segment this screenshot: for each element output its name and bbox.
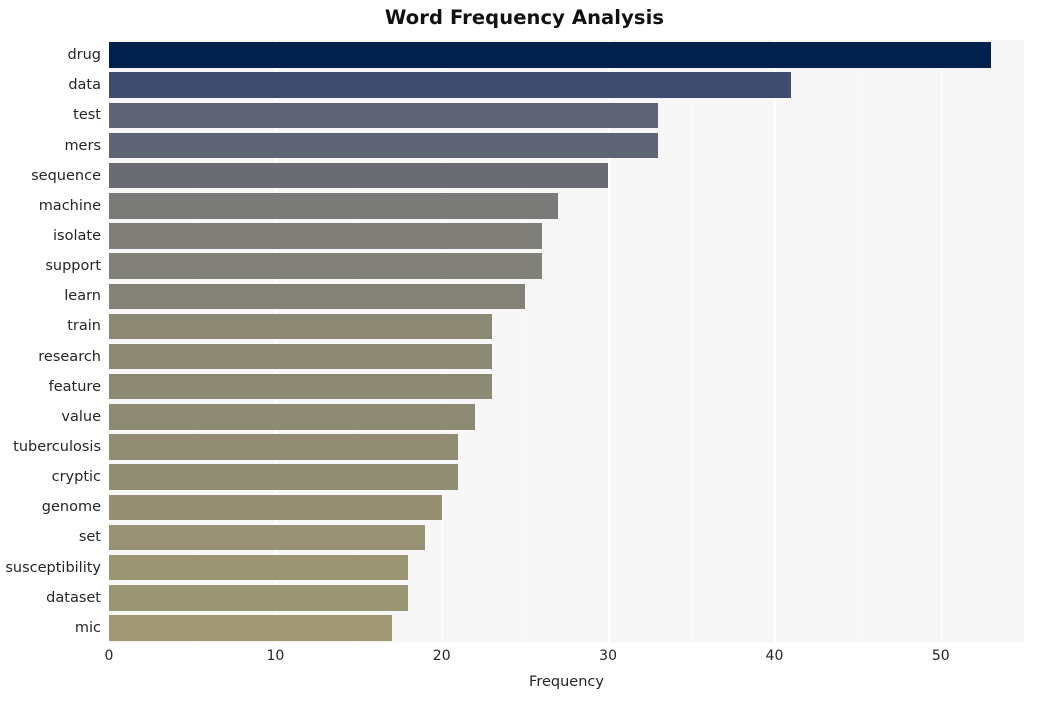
bar[interactable] [109,464,459,490]
bar[interactable] [109,404,475,430]
bar-row[interactable] [109,72,1024,98]
y-tick-label: drug [67,47,101,64]
y-tick-label: genome [41,499,101,516]
bars-layer [109,40,1024,643]
y-tick-label: sequence [31,167,101,184]
y-tick-label: feature [48,378,101,395]
bar-row[interactable] [109,434,1024,460]
y-tick-label: data [68,77,101,94]
x-tick-label: 30 [599,648,617,664]
bar-row[interactable] [109,193,1024,219]
chart-figure: Word Frequency Analysis drug data test mers… [0,0,1049,701]
bar[interactable] [109,494,442,521]
bar[interactable] [109,615,392,641]
x-axis-tick-labels: 0 10 20 30 40 50 [0,648,1049,670]
bar[interactable] [109,434,459,460]
bar-row[interactable] [109,132,1024,159]
chart-title: Word Frequency Analysis [384,6,665,29]
x-tick-label: 50 [931,648,950,664]
x-tick-label: 0 [104,648,114,664]
bar[interactable] [109,223,542,249]
y-tick-label: susceptibility [5,559,101,576]
plot-area [109,40,1024,643]
bar[interactable] [109,373,492,400]
bar-row[interactable] [109,42,1024,68]
bar-row[interactable] [109,373,1024,400]
y-axis-tick-labels: drug data test mers sequence machine isolate su… [0,40,101,643]
bar-row[interactable] [109,223,1024,249]
bar[interactable] [109,313,492,340]
bar-row[interactable] [109,494,1024,521]
y-tick-label: set [78,529,101,546]
bar-row[interactable] [109,162,1024,189]
y-tick-label: cryptic [51,469,101,486]
bar[interactable] [109,283,525,309]
x-tick-label: 40 [765,648,784,664]
bar[interactable] [109,343,492,370]
x-tick-label: 10 [266,648,285,664]
y-tick-label: tuberculosis [13,439,101,456]
y-tick-label: mic [74,619,101,636]
bar[interactable] [109,162,609,189]
bar[interactable] [109,72,792,98]
bar-row[interactable] [109,524,1024,551]
y-tick-label: train [67,318,101,335]
bar-row[interactable] [109,283,1024,309]
y-tick-label: value [61,408,101,425]
bar-row[interactable] [109,554,1024,581]
y-tick-label: isolate [53,227,101,244]
bar[interactable] [109,132,658,159]
y-tick-label: research [38,348,101,365]
x-tick-label: 20 [432,648,451,664]
bar[interactable] [109,42,991,68]
bar-row[interactable] [109,464,1024,490]
y-tick-label: learn [64,288,101,305]
bar[interactable] [109,102,658,129]
x-axis-label: Frequency [529,674,604,690]
bar[interactable] [109,585,409,611]
bar-row[interactable] [109,615,1024,641]
bar[interactable] [109,193,559,219]
bar-row[interactable] [109,343,1024,370]
bar-row[interactable] [109,404,1024,430]
bar[interactable] [109,524,426,551]
bar-row[interactable] [109,585,1024,611]
bar-row[interactable] [109,253,1024,279]
y-tick-label: test [73,107,101,124]
y-tick-label: dataset [46,589,101,606]
y-tick-label: machine [38,197,101,214]
y-tick-label: support [45,258,101,275]
bar[interactable] [109,253,542,279]
y-tick-label: mers [64,137,101,154]
bar[interactable] [109,554,409,581]
bar-row[interactable] [109,313,1024,340]
bar-row[interactable] [109,102,1024,129]
